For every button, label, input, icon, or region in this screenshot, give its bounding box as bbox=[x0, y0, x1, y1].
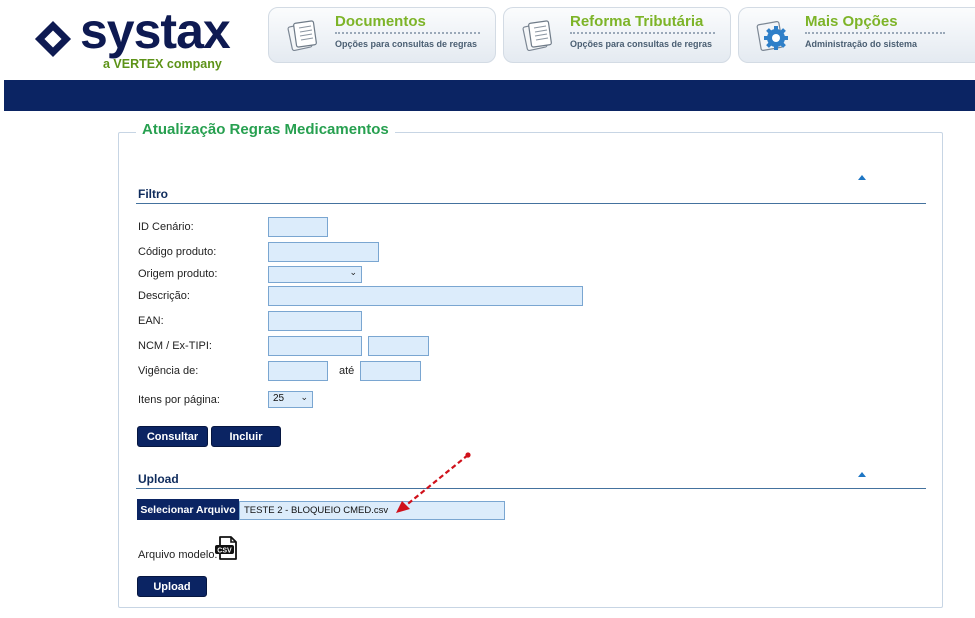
csv-icon-text: CSV bbox=[217, 547, 232, 554]
nav-tab-title: Reforma Tributária bbox=[570, 13, 704, 30]
id-cenario-label: ID Cenário: bbox=[138, 221, 194, 233]
page-title: Atualização Regras Medicamentos bbox=[136, 121, 395, 138]
logo-diamond-icon bbox=[34, 20, 72, 58]
systax-logo[interactable]: systax a VERTEX company bbox=[30, 6, 231, 74]
nav-tab-divider bbox=[570, 32, 715, 34]
nav-tab-title: Mais Opções bbox=[805, 13, 898, 30]
filter-section-divider bbox=[136, 203, 926, 204]
origem-produto-label: Origem produto: bbox=[138, 268, 218, 280]
nav-tab-subtitle: Opções para consultas de regras bbox=[335, 39, 478, 49]
gear-icon bbox=[756, 21, 788, 51]
csv-file-icon[interactable]: CSV bbox=[214, 535, 240, 561]
annotation-arrow bbox=[396, 452, 471, 513]
itens-por-pagina-value: 25 bbox=[273, 393, 285, 404]
vigencia-from-input[interactable] bbox=[268, 361, 328, 381]
logo-wordmark: systax bbox=[80, 3, 231, 59]
nav-tab-divider bbox=[805, 32, 945, 34]
upload-button[interactable]: Upload bbox=[137, 576, 207, 597]
descricao-label: Descrição: bbox=[138, 290, 190, 302]
vigencia-label: Vigência de: bbox=[138, 365, 199, 377]
upload-section-title: Upload bbox=[138, 472, 179, 486]
ex-tipi-input[interactable] bbox=[368, 336, 429, 356]
nav-tab-subtitle: Administração do sistema bbox=[805, 39, 918, 49]
consultar-button[interactable]: Consultar bbox=[137, 426, 208, 447]
chevron-down-icon: ⌄ bbox=[349, 267, 357, 277]
ean-input[interactable] bbox=[268, 311, 362, 331]
ean-label: EAN: bbox=[138, 315, 164, 327]
header: systax a VERTEX company Documentos Opçõe… bbox=[0, 0, 975, 80]
collapse-filter-icon[interactable] bbox=[858, 175, 866, 180]
ncm-input[interactable] bbox=[268, 336, 362, 356]
template-file-label: Arquivo modelo: bbox=[138, 549, 218, 561]
documents-icon bbox=[522, 20, 552, 52]
origem-produto-select[interactable]: ⌄ bbox=[268, 266, 362, 283]
nav-tab-title: Documentos bbox=[335, 13, 426, 30]
nav-tab-documentos[interactable]: Documentos Opções para consultas de regr… bbox=[268, 7, 496, 63]
top-navigation-bar bbox=[4, 80, 975, 111]
incluir-button[interactable]: Incluir bbox=[211, 426, 281, 447]
vigencia-to-label: até bbox=[339, 365, 355, 377]
codigo-produto-label: Código produto: bbox=[138, 246, 217, 258]
nav-tab-subtitle: Opções para consultas de regras bbox=[570, 39, 713, 49]
chevron-down-icon: ⌄ bbox=[300, 392, 308, 402]
documents-icon bbox=[287, 20, 317, 52]
nav-tab-mais-opcoes[interactable]: Mais Opções Administração do sistema bbox=[738, 7, 975, 63]
id-cenario-input[interactable] bbox=[268, 217, 328, 237]
collapse-upload-icon[interactable] bbox=[858, 472, 866, 477]
descricao-input[interactable] bbox=[268, 286, 583, 306]
ncm-label: NCM / Ex-TIPI: bbox=[138, 340, 212, 352]
itens-por-pagina-label: Itens por página: bbox=[138, 394, 220, 406]
filter-section-title: Filtro bbox=[138, 187, 168, 201]
itens-por-pagina-select[interactable]: 25 ⌄ bbox=[268, 391, 313, 408]
logo-tagline: a VERTEX company bbox=[103, 57, 222, 71]
nav-tab-reforma-tributaria[interactable]: Reforma Tributária Opções para consultas… bbox=[503, 7, 731, 63]
vigencia-to-input[interactable] bbox=[360, 361, 421, 381]
upload-section-divider bbox=[136, 488, 926, 489]
nav-tab-divider bbox=[335, 32, 480, 34]
select-file-button[interactable]: Selecionar Arquivo bbox=[137, 499, 239, 520]
codigo-produto-input[interactable] bbox=[268, 242, 379, 262]
